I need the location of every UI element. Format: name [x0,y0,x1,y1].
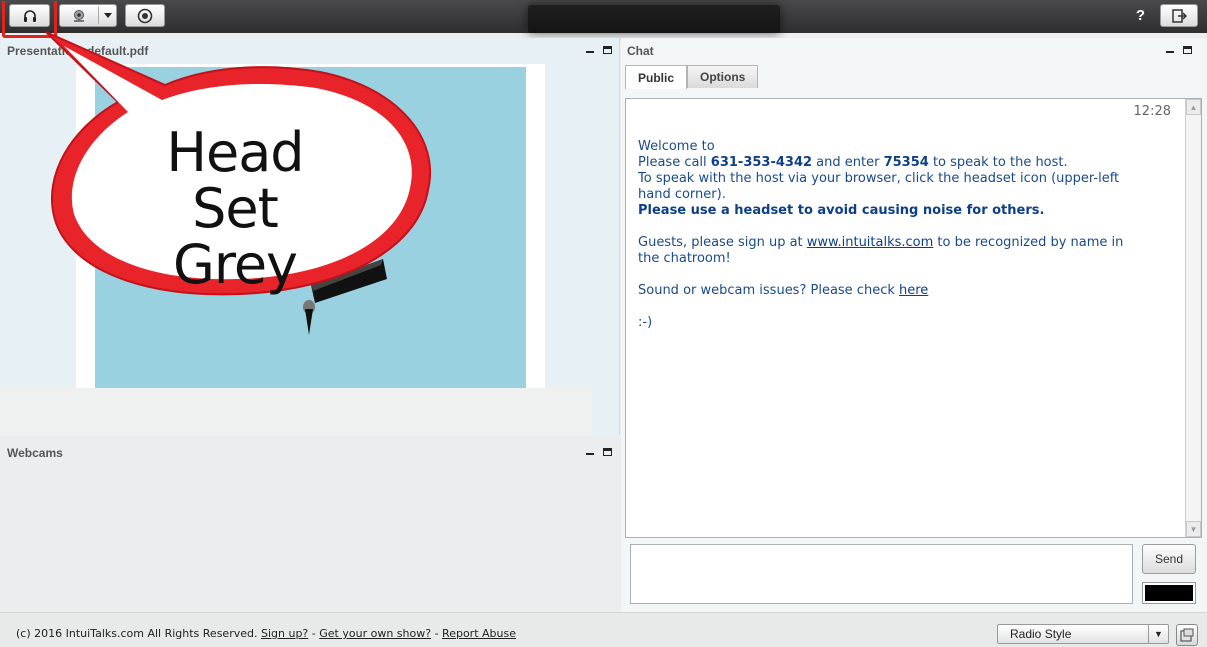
webcams-title: Webcams [7,446,63,460]
browser-line: To speak with the host via your browser,… [638,171,1120,202]
message-timestamp: 12:28 [1133,104,1171,119]
webcam-split-divider [98,7,99,24]
presentation-title: Presentation: default.pdf [7,44,149,58]
exit-icon [1172,8,1187,23]
separator: - [434,627,439,640]
style-select-value: Radio Style [1010,627,1072,641]
exit-button[interactable] [1160,4,1198,27]
webcams-window-controls [586,448,612,456]
presentation-slide [95,67,526,388]
maximize-icon[interactable] [1183,46,1192,54]
call-line: Please call 631-353-4342 and enter 75354… [638,155,1068,170]
popout-icon [1180,628,1194,642]
webcam-icon [74,10,84,22]
record-icon [137,8,153,23]
style-select[interactable]: Radio Style ▼ [997,624,1169,644]
send-button[interactable]: Send [1142,544,1196,574]
top-toolbar: ? [0,0,1207,38]
scroll-down-icon[interactable]: ▼ [1186,521,1201,537]
chat-input[interactable] [630,544,1133,604]
signup-link[interactable]: Sign up? [261,627,308,640]
chat-messages: 12:28 Welcome to Please call 631-353-434… [625,98,1202,538]
copyright-text: (c) 2016 IntuiTalks.com All Rights Reser… [16,627,258,640]
popout-button[interactable] [1176,624,1198,646]
chevron-down-icon[interactable] [104,13,112,19]
tab-options[interactable]: Options [687,65,759,88]
welcome-line: Welcome to [638,139,715,154]
signup-line: Guests, please sign up at www.intuitalks… [638,235,1124,266]
tab-public[interactable]: Public [625,65,688,89]
own-show-link[interactable]: Get your own show? [319,627,431,640]
report-abuse-link[interactable]: Report Abuse [442,627,516,640]
presentation-panel: Presentation: default.pdf [0,38,620,450]
chat-title: Chat [627,44,654,58]
chat-scrollbar[interactable]: ▲ ▼ [1185,99,1201,537]
minimize-icon[interactable] [1166,51,1174,53]
site-link[interactable]: www.intuitalks.com [807,235,934,250]
footer-text: (c) 2016 IntuiTalks.com All Rights Reser… [16,627,516,640]
help-button[interactable]: ? [1136,7,1145,24]
access-code: 75354 [883,155,929,170]
chevron-down-icon[interactable]: ▼ [1148,625,1168,643]
chat-window-controls [1166,46,1192,54]
maximize-icon[interactable] [603,448,612,456]
record-button[interactable] [125,4,165,27]
minimize-icon[interactable] [586,453,594,455]
presentation-window-controls [586,46,612,54]
minimize-icon[interactable] [586,51,594,53]
chat-panel: Chat Public Options 12:28 Welcome to Ple… [621,38,1207,612]
issues-line: Sound or webcam issues? Please check her… [638,283,929,298]
smiley-line: :-) [638,315,653,330]
maximize-icon[interactable] [603,46,612,54]
chat-tabs: Public Options [625,65,759,89]
headset-notice: Please use a headset to avoid causing no… [638,203,1045,218]
footer: (c) 2016 IntuiTalks.com All Rights Reser… [0,612,1207,647]
webcam-button[interactable] [59,4,117,27]
notification-toast [528,5,780,33]
chat-message: Welcome to Please call 631-353-4342 and … [638,139,1138,331]
microphone-graphic [303,259,387,335]
slide-frame [76,64,545,397]
scroll-up-icon[interactable]: ▲ [1186,99,1201,115]
webcams-panel: Webcams [0,436,620,612]
phone-number: 631-353-4342 [710,155,813,170]
separator: - [311,627,316,640]
text-color-picker[interactable] [1142,582,1196,604]
headset-highlight [2,1,57,38]
here-link[interactable]: here [899,283,928,298]
